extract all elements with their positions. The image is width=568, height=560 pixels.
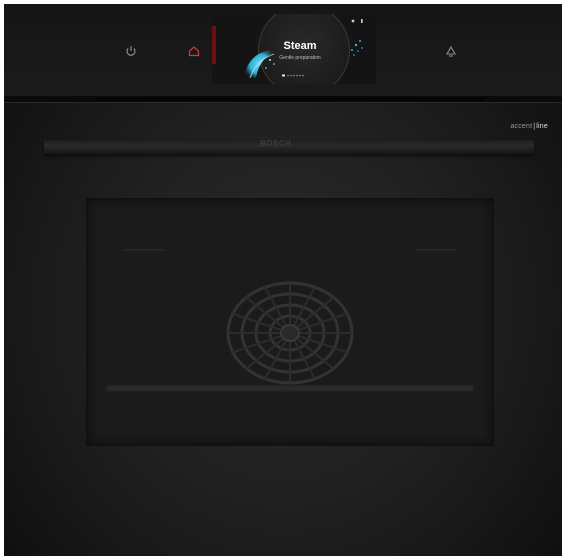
shelf-rail-right — [415, 249, 457, 251]
model-label-suffix: line — [536, 123, 548, 130]
home-icon[interactable] — [187, 44, 201, 58]
vent-slot — [96, 97, 484, 101]
display-status-icons — [350, 18, 370, 24]
fan-cover-icon — [226, 281, 354, 385]
shelf-rail-left — [123, 249, 165, 251]
model-label-prefix: accent — [510, 123, 533, 130]
power-icon[interactable] — [124, 44, 138, 58]
oven-door: accent|line BOSCH — [4, 102, 562, 556]
page-indicator — [282, 74, 304, 77]
oven-front: Steam Gentle preparation accent|line BOS… — [4, 4, 562, 556]
display-subtitle: Gentle preparation — [279, 55, 321, 61]
oven-window — [86, 198, 494, 446]
brand-logo: BOSCH — [260, 139, 292, 148]
window-crossbar — [107, 385, 473, 393]
light-icon[interactable] — [444, 44, 458, 58]
touch-display[interactable]: Steam Gentle preparation — [212, 14, 376, 84]
control-panel: Steam Gentle preparation — [4, 4, 562, 96]
display-title: Steam — [283, 40, 317, 52]
model-label: accent|line — [510, 123, 548, 130]
